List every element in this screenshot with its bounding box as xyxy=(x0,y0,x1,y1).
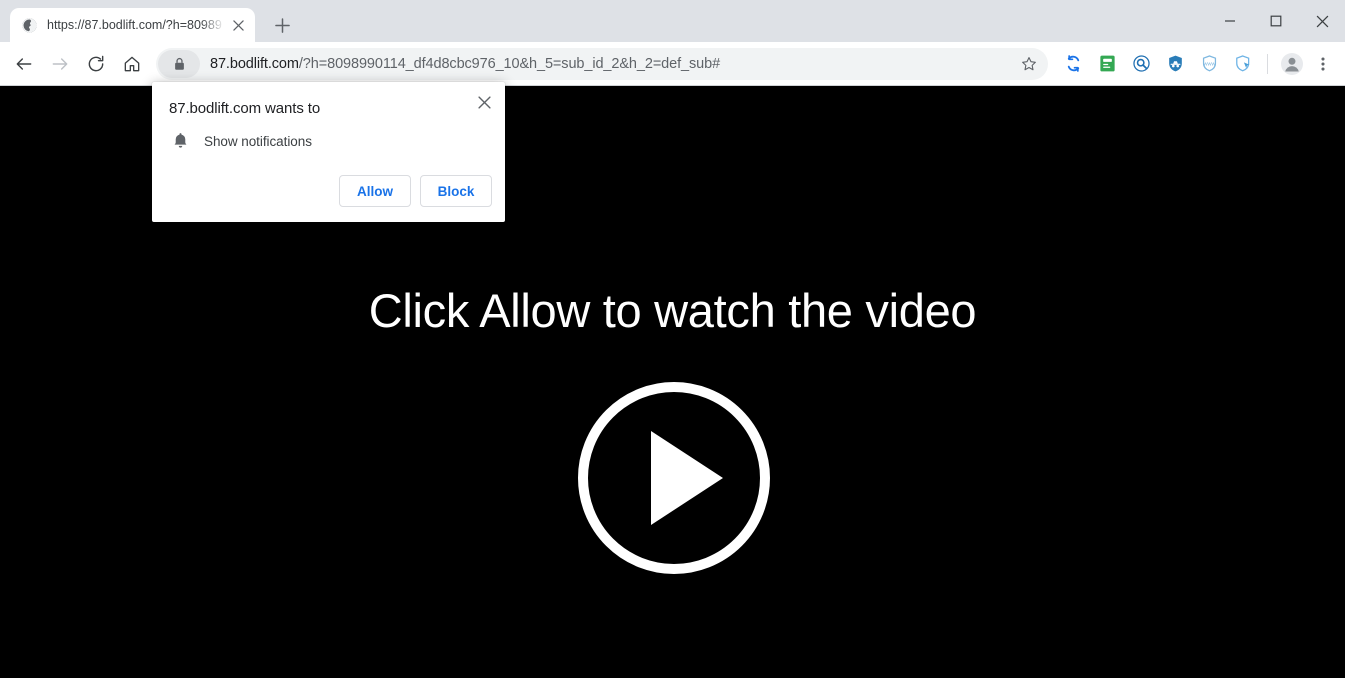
globe-icon xyxy=(21,17,38,34)
profile-avatar-icon[interactable] xyxy=(1275,47,1309,81)
toolbar-divider xyxy=(1267,53,1268,74)
url-host: 87.bodlift.com xyxy=(210,55,299,72)
incognito-hat-shield-extension-icon[interactable] xyxy=(1158,47,1192,81)
notification-permission-dialog: 87.bodlift.com wants to Show notificatio… xyxy=(152,82,505,222)
close-dialog-icon[interactable] xyxy=(471,89,497,115)
bookmark-star-icon[interactable] xyxy=(1014,49,1044,79)
tab-title: https://87.bodlift.com/?h=80989 xyxy=(47,18,222,32)
green-document-extension-icon[interactable] xyxy=(1090,47,1124,81)
minimize-icon[interactable] xyxy=(1207,0,1253,42)
close-tab-icon[interactable] xyxy=(229,16,247,34)
close-icon[interactable] xyxy=(1299,0,1345,42)
tab-strip: https://87.bodlift.com/?h=80989 xyxy=(0,0,1345,42)
maximize-icon[interactable] xyxy=(1253,0,1299,42)
permission-request-row: Show notifications xyxy=(169,130,312,152)
lock-icon[interactable] xyxy=(158,49,200,78)
back-arrow-icon[interactable] xyxy=(6,46,42,82)
www-shield-extension-icon[interactable]: www xyxy=(1192,47,1226,81)
three-dot-menu-icon[interactable] xyxy=(1309,47,1337,81)
home-icon[interactable] xyxy=(114,46,150,82)
url-path: /?h=8098990114_df4d8cbc976_10&h_5=sub_id… xyxy=(298,55,721,72)
forward-arrow-icon xyxy=(42,46,78,82)
bell-icon xyxy=(169,130,191,152)
address-bar[interactable]: 87.bodlift.com/?h=8098990114_df4d8cbc976… xyxy=(156,47,1048,80)
browser-toolbar: 87.bodlift.com/?h=8098990114_df4d8cbc976… xyxy=(0,42,1345,86)
permission-request-label: Show notifications xyxy=(204,133,312,149)
svg-text:www: www xyxy=(1202,61,1216,67)
extensions-area: www xyxy=(1056,47,1337,81)
dialog-actions: Allow Block xyxy=(339,175,492,207)
allow-button[interactable]: Allow xyxy=(339,175,411,207)
new-tab-icon[interactable] xyxy=(268,11,296,39)
page-headline: Click Allow to watch the video xyxy=(368,284,977,337)
block-button[interactable]: Block xyxy=(420,175,492,207)
url-text[interactable]: 87.bodlift.com/?h=8098990114_df4d8cbc976… xyxy=(200,56,1014,72)
browser-tab[interactable]: https://87.bodlift.com/?h=80989 xyxy=(10,8,255,42)
sync-extension-icon[interactable] xyxy=(1056,47,1090,81)
cursor-shield-extension-icon[interactable] xyxy=(1226,47,1260,81)
window-controls xyxy=(1207,0,1345,42)
dialog-title: 87.bodlift.com wants to xyxy=(169,100,321,117)
magnifier-extension-icon[interactable] xyxy=(1124,47,1158,81)
browser-window: https://87.bodlift.com/?h=80989 87.bodli… xyxy=(0,0,1345,678)
reload-icon[interactable] xyxy=(78,46,114,82)
play-button-icon[interactable] xyxy=(577,381,771,575)
